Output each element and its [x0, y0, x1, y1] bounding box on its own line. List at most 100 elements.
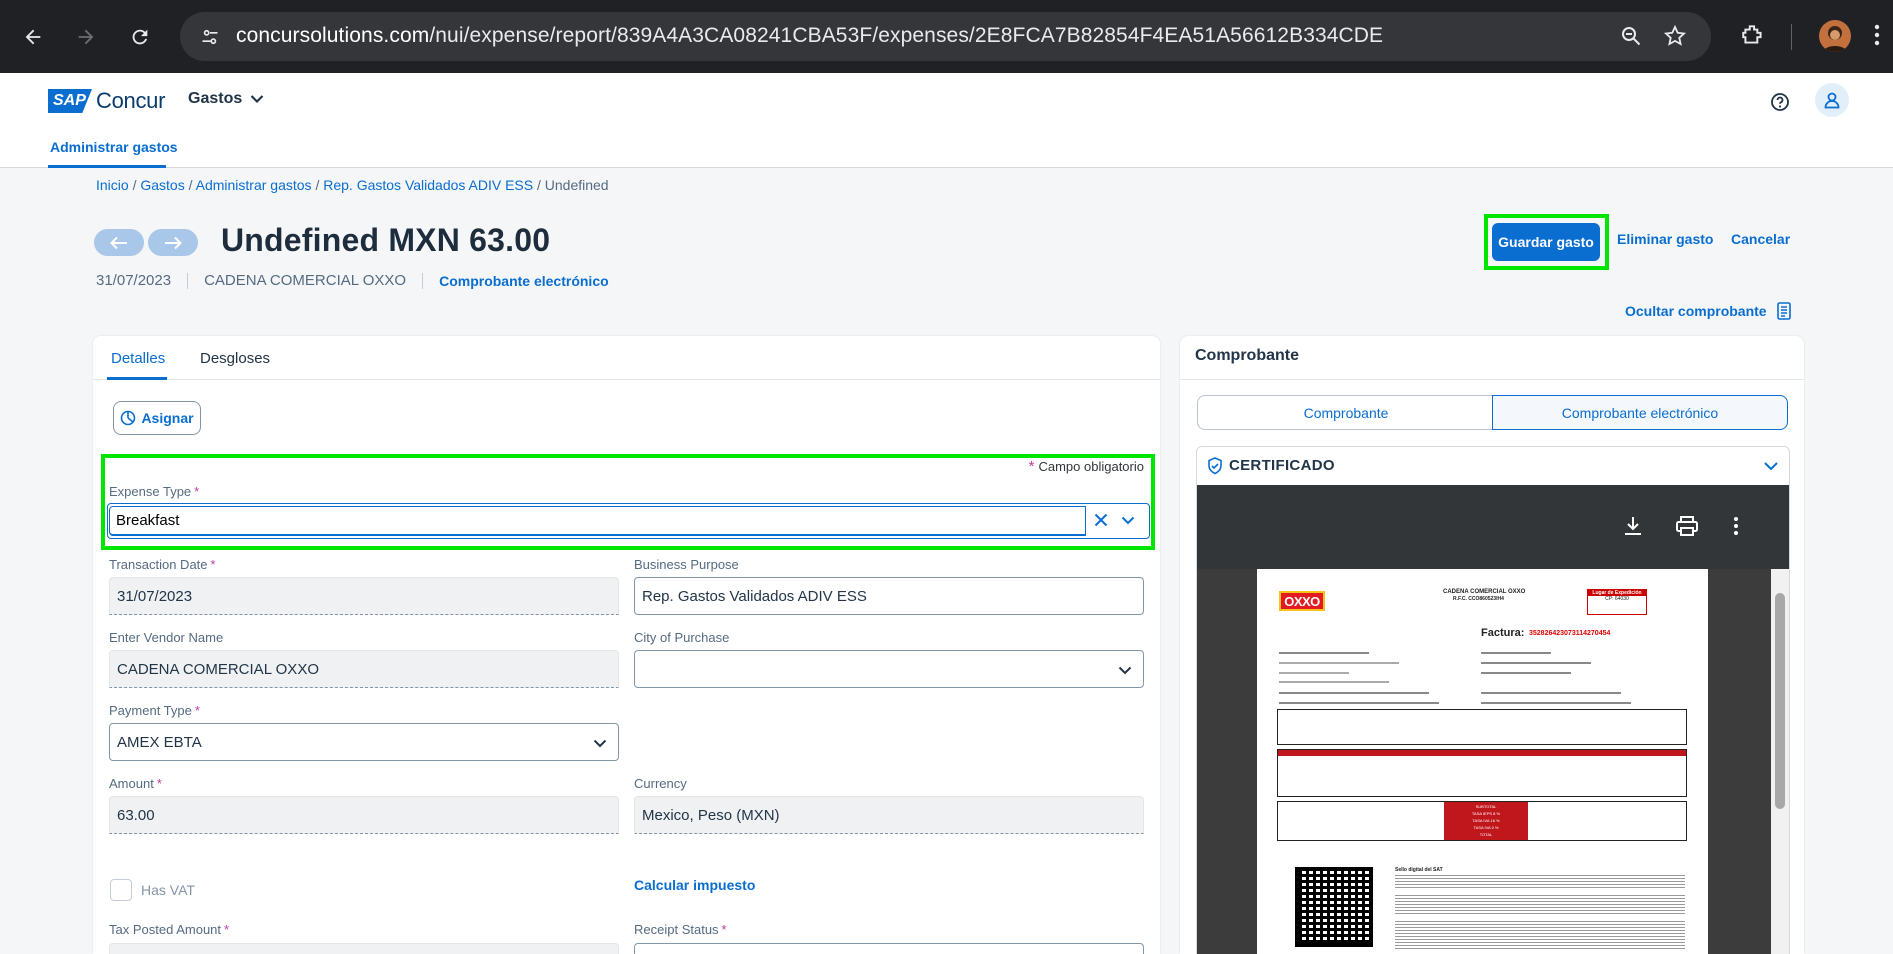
business-purpose-field[interactable]: Rep. Gastos Validados ADIV ESS — [634, 577, 1144, 615]
tasa-iva-0: TASA IVA 0 % — [1473, 825, 1499, 830]
clear-icon[interactable] — [1093, 512, 1109, 533]
vendor-field[interactable]: CADENA COMERCIAL OXXO — [109, 650, 619, 688]
tax-posted-amount-label: Tax Posted Amount * — [109, 922, 229, 937]
logo-concur: Concur — [96, 88, 166, 113]
has-vat-checkbox[interactable] — [110, 879, 132, 901]
required-field-note: * Campo obligatorio — [1029, 458, 1144, 475]
text-line — [1481, 652, 1551, 654]
invoice-document: OXXO CADENA COMERCIAL OXXO R.F.C. CCO860… — [1257, 569, 1708, 954]
amount-field[interactable]: 63.00 — [109, 796, 619, 834]
chevron-down-icon[interactable] — [1120, 512, 1136, 533]
hide-receipt-label: Ocultar comprobante — [1625, 303, 1767, 319]
cancel-button[interactable]: Cancelar — [1731, 231, 1790, 247]
profile-avatar[interactable] — [1819, 20, 1851, 52]
amount-label-text: Amount — [109, 776, 154, 791]
receipt-icon — [1776, 302, 1791, 320]
totals-box: SUBTOTAL TASA IEPS 8 % TASA IVA 16 % TAS… — [1277, 801, 1687, 841]
print-icon[interactable] — [1675, 515, 1699, 542]
required-asterisk: * — [156, 776, 162, 791]
hide-receipt-button[interactable]: Ocultar comprobante — [1625, 302, 1791, 320]
text-line — [1279, 652, 1369, 654]
currency-field[interactable]: Mexico, Peso (MXN) — [634, 796, 1144, 834]
extensions-icon[interactable] — [1740, 22, 1766, 53]
bookmark-star-icon[interactable] — [1663, 24, 1687, 53]
seal-text-block — [1395, 921, 1685, 951]
segment-comprobante-electronico[interactable]: Comprobante electrónico — [1492, 395, 1788, 430]
gastos-menu[interactable]: Gastos — [188, 90, 264, 108]
breadcrumb-gastos[interactable]: Gastos — [140, 177, 184, 193]
text-line — [1279, 692, 1429, 694]
reload-icon[interactable] — [125, 22, 155, 52]
receipt-card: Comprobante Comprobante Comprobante elec… — [1180, 336, 1804, 954]
toolbar-separator — [1791, 24, 1792, 50]
items-table — [1277, 749, 1687, 797]
user-icon[interactable] — [1815, 83, 1849, 117]
breadcrumb: Inicio / Gastos / Administrar gastos / R… — [96, 177, 609, 193]
tab-desgloses[interactable]: Desgloses — [200, 350, 270, 367]
browser-menu-icon[interactable] — [1874, 22, 1880, 53]
certificate-title: CERTIFICADO — [1229, 457, 1335, 474]
transaction-date-label-text: Transaction Date — [109, 557, 208, 572]
items-table-header — [1278, 750, 1686, 756]
subnav-administrar-gastos[interactable]: Administrar gastos — [50, 139, 178, 155]
breadcrumb-inicio[interactable]: Inicio — [96, 177, 129, 193]
logo-sap: SAP — [48, 89, 92, 113]
previous-expense-button[interactable] — [94, 229, 144, 256]
place-of-issue-box: Lugar de Expedición CP: 64030 — [1587, 589, 1647, 615]
breadcrumb-separator: / — [184, 177, 196, 193]
transaction-date-label: Transaction Date * — [109, 557, 216, 572]
required-asterisk: * — [721, 922, 727, 937]
sap-concur-logo[interactable]: SAP Concur — [48, 88, 165, 114]
arrow-left-icon — [110, 236, 127, 249]
tab-detalles[interactable]: Detalles — [111, 350, 165, 367]
required-asterisk: * — [194, 703, 200, 718]
tax-rates-block: SUBTOTAL TASA IEPS 8 % TASA IVA 16 % TAS… — [1444, 802, 1528, 840]
breadcrumb-separator: / — [311, 177, 324, 193]
breadcrumb-administrar-gastos[interactable]: Administrar gastos — [196, 177, 312, 193]
details-tabs: Detalles Desgloses — [93, 336, 1160, 380]
expense-type-input[interactable]: Breakfast — [109, 506, 1086, 536]
has-vat-label: Has VAT — [141, 882, 195, 898]
payment-type-label: Payment Type * — [109, 703, 200, 718]
chevron-down-icon — [250, 95, 264, 104]
segment-comprobante[interactable]: Comprobante — [1197, 395, 1494, 430]
help-icon[interactable] — [1767, 89, 1793, 115]
address-bar[interactable]: concursolutions.com/nui/expense/report/8… — [180, 12, 1711, 61]
text-line — [1279, 662, 1399, 664]
calculate-tax-link[interactable]: Calcular impuesto — [634, 877, 755, 893]
chevron-down-icon[interactable] — [1763, 459, 1779, 477]
forward-icon[interactable] — [71, 22, 101, 52]
text-line — [1481, 662, 1591, 664]
transaction-date-field[interactable]: 31/07/2023 — [109, 577, 619, 615]
required-asterisk: * — [224, 922, 230, 937]
back-icon[interactable] — [18, 22, 48, 52]
delete-expense-button[interactable]: Eliminar gasto — [1617, 231, 1713, 247]
browser-chrome: concursolutions.com/nui/expense/report/8… — [0, 0, 1893, 73]
more-options-icon[interactable] — [1733, 515, 1739, 542]
receipt-status-field[interactable] — [634, 943, 1144, 954]
assign-button[interactable]: Asignar — [113, 401, 201, 435]
city-of-purchase-field[interactable] — [634, 650, 1144, 688]
zoom-icon[interactable] — [1619, 24, 1643, 53]
chevron-down-icon — [593, 739, 607, 748]
certificate-panel: CERTIFICADO OXXO CADENA COMERCIAL OXXO R… — [1196, 446, 1790, 954]
tax-posted-amount-field[interactable] — [109, 943, 619, 954]
pie-chart-icon — [121, 410, 136, 426]
text-line — [1481, 692, 1621, 694]
save-expense-button[interactable]: Guardar gasto — [1492, 223, 1600, 261]
vendor-label: Enter Vendor Name — [109, 630, 224, 645]
site-info-icon[interactable] — [197, 24, 223, 50]
certificate-header[interactable]: CERTIFICADO — [1197, 447, 1789, 485]
expense-type-label-text: Expense Type — [109, 484, 192, 499]
pdf-scrollbar-thumb[interactable] — [1775, 593, 1785, 809]
chevron-down-icon — [1118, 666, 1132, 675]
download-icon[interactable] — [1622, 515, 1644, 542]
required-asterisk: * — [210, 557, 216, 572]
pdf-viewer[interactable]: OXXO CADENA COMERCIAL OXXO R.F.C. CCO860… — [1197, 485, 1789, 954]
qr-code — [1295, 867, 1373, 947]
app-header: SAP Concur Gastos Administrar gastos — [0, 73, 1893, 168]
payment-type-field[interactable]: AMEX EBTA — [109, 723, 619, 761]
electronic-receipt-link[interactable]: Comprobante electrónico — [439, 273, 609, 289]
next-expense-button[interactable] — [148, 229, 198, 256]
breadcrumb-report[interactable]: Rep. Gastos Validados ADIV ESS — [323, 177, 533, 193]
